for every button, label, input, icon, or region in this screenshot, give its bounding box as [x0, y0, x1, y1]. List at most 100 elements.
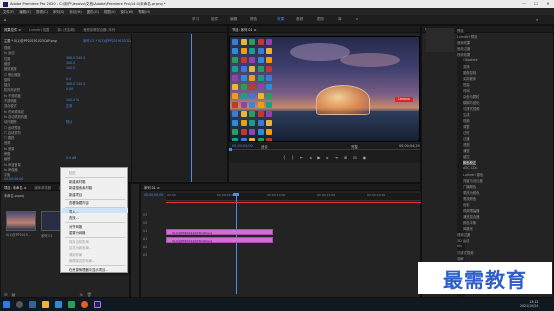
media-thumbnail[interactable] [6, 211, 36, 231]
step-forward-icon[interactable]: ▸ [326, 155, 328, 160]
tab-lumetri-scopes[interactable]: Lumetri 范围 [29, 27, 49, 32]
effect-item[interactable]: 调整 [463, 124, 470, 129]
effect-row-value[interactable]: 正常 [66, 103, 72, 108]
effect-item[interactable]: 风格化 [463, 226, 473, 231]
effect-item[interactable]: 3D 运动 [457, 238, 469, 243]
program-timecode[interactable]: 00;00;00;00 [232, 144, 253, 148]
tab-media-browser[interactable]: 媒体浏览器 [34, 185, 50, 190]
workspace-color[interactable]: 颜色 [250, 17, 257, 22]
list-view-icon[interactable]: ☰ [4, 292, 8, 297]
context-menu-item[interactable]: 新建项目 [69, 192, 82, 197]
effect-row[interactable]: 缩放 100.0 [4, 61, 75, 66]
effect-row[interactable]: ☐ 运动预设 [4, 125, 21, 130]
context-menu-item[interactable]: 对齐网格 [69, 224, 82, 229]
chrome-icon[interactable] [81, 301, 88, 308]
overwrite-icon[interactable]: ⊟ [353, 155, 356, 160]
effect-row[interactable]: fx 不透明度 [4, 93, 21, 98]
video-clip-v1[interactable]: 0(1)@PP20191023CAP.png [166, 237, 273, 243]
effect-row[interactable]: 混合模式 正常 [4, 103, 72, 108]
effect-row[interactable]: 位置 360.0 240.0 [4, 56, 85, 61]
effect-row[interactable]: 动作跟踪 默认 [4, 119, 72, 124]
workspace-libraries[interactable]: 库 [338, 17, 342, 22]
context-menu-item[interactable]: 重置为网格 [69, 230, 85, 235]
effect-item[interactable]: 颜色平衡 [463, 220, 476, 225]
track-label[interactable]: V2 [143, 221, 147, 225]
workspace-learn[interactable]: 学习 [192, 17, 199, 22]
tab-sequence[interactable]: 序列 01 ≡ [144, 185, 160, 190]
effect-item[interactable]: 模糊与锐化 [463, 100, 479, 105]
premiere-taskbar-icon[interactable] [94, 301, 101, 308]
effect-row[interactable]: 平衡0.0 [4, 172, 71, 177]
effect-item[interactable]: 变换 [463, 64, 470, 69]
step-back-icon[interactable]: ◂ [309, 155, 311, 160]
tab-effect-controls[interactable]: 效果控件 ≡ [4, 27, 21, 32]
context-menu-item[interactable]: 新建素材箱 [69, 179, 85, 184]
mark-in-icon[interactable]: { [283, 155, 286, 160]
task-view-icon[interactable] [29, 301, 36, 308]
minimize-button[interactable]: — [518, 0, 530, 8]
tab-project[interactable]: 项目: 未命名 ≡ [4, 185, 26, 190]
effect-item[interactable]: 沉浸式视频 [463, 106, 479, 111]
effect-row[interactable]: 缩放宽度 100.0 [4, 66, 75, 71]
keyframe-area[interactable] [131, 34, 227, 182]
effect-item[interactable]: 溶解 [457, 256, 464, 261]
effect-row[interactable]: fx 运动 [4, 50, 14, 55]
icon-view-icon[interactable]: ▦ [12, 292, 16, 297]
effect-item[interactable]: 预设 [457, 28, 464, 33]
effect-item[interactable]: 图像控制 [463, 70, 476, 75]
effect-row-value[interactable]: 默认 [66, 119, 72, 124]
effect-row[interactable]: 旁路 [4, 151, 10, 156]
effect-item[interactable]: Lumetri 颜色 [463, 172, 483, 177]
workspace-effects[interactable]: 效果 [277, 17, 284, 22]
video-clip-v2[interactable]: 0(1)@PP20191023CAP.png [166, 229, 273, 235]
effect-item[interactable]: 过渡 [463, 136, 470, 141]
home-icon[interactable]: ⌂ [4, 17, 7, 22]
effect-item[interactable]: 沉浸式视频 [457, 250, 473, 255]
track-label[interactable]: A3 [143, 253, 147, 257]
effect-row-value[interactable]: 360.0 240.0 [66, 56, 85, 60]
effect-item[interactable]: 颜色校正 [463, 160, 477, 165]
tab-program-monitor[interactable]: 节目: 序列 01 ≡ [232, 27, 256, 32]
export-frame-icon[interactable]: ◉ [363, 155, 367, 160]
effect-item[interactable]: 键控 [463, 154, 470, 159]
workspace-edit[interactable]: 编辑 [230, 17, 237, 22]
go-to-out-icon[interactable]: ⇥ [334, 155, 337, 160]
effect-item[interactable]: 视频 [463, 118, 470, 123]
effect-row[interactable]: fx 声像器 [4, 167, 18, 172]
track-label[interactable]: A1 [143, 237, 147, 241]
effect-item[interactable]: 亮度与对比度 [463, 178, 483, 183]
trash-icon[interactable]: 🗑 [87, 292, 92, 297]
menu-graphics[interactable]: 图形(G) [87, 9, 99, 14]
effect-row[interactable]: 旋转 0.0 [4, 77, 71, 82]
effect-item[interactable]: 视频限幅器 [463, 208, 479, 213]
search-taskbar-icon[interactable] [16, 301, 23, 308]
effect-item[interactable]: 色彩 [463, 202, 470, 207]
effect-item[interactable]: 通道混合器 [463, 214, 479, 219]
effect-row-value[interactable]: 360.0 240.0 [66, 82, 85, 86]
effect-item[interactable]: 时间 [463, 88, 470, 93]
track-label[interactable]: V1 [143, 229, 147, 233]
timeline-timecode[interactable]: 00;00;00;00 [144, 193, 163, 197]
file-explorer-icon[interactable] [42, 301, 49, 308]
effect-item[interactable]: 生成 [463, 112, 470, 117]
effect-row[interactable]: ☐ 跟踪 [4, 135, 14, 140]
effect-item[interactable]: 更改颜色 [463, 196, 476, 201]
search-icon[interactable]: ⌕ [536, 17, 538, 22]
effect-row-value[interactable]: 100.0 [66, 61, 75, 65]
maximize-button[interactable]: ☐ [530, 0, 542, 8]
context-menu-item[interactable]: 查看隐藏内容 [69, 200, 89, 205]
timeline-playhead[interactable] [236, 194, 237, 294]
tab-source[interactable]: 源: (无剪辑) [57, 27, 75, 32]
new-item-icon[interactable]: ⊕ [79, 292, 82, 297]
workspace-assembly[interactable]: 组件 [211, 17, 218, 22]
effect-row-value[interactable]: 100.0 % [66, 98, 79, 102]
menu-marker[interactable]: 标记(M) [69, 9, 81, 14]
mark-out-icon[interactable]: } [291, 155, 294, 160]
store-icon[interactable] [68, 301, 75, 308]
close-button[interactable]: ✕ [542, 0, 554, 8]
effect-item[interactable]: 过时 [463, 130, 470, 135]
effect-item[interactable]: 音频过渡 [457, 46, 470, 51]
effect-item[interactable]: Lumetri 预设 [457, 34, 477, 39]
effect-row[interactable]: 视频 [4, 45, 10, 50]
effect-item[interactable]: 广播颜色 [463, 184, 476, 189]
